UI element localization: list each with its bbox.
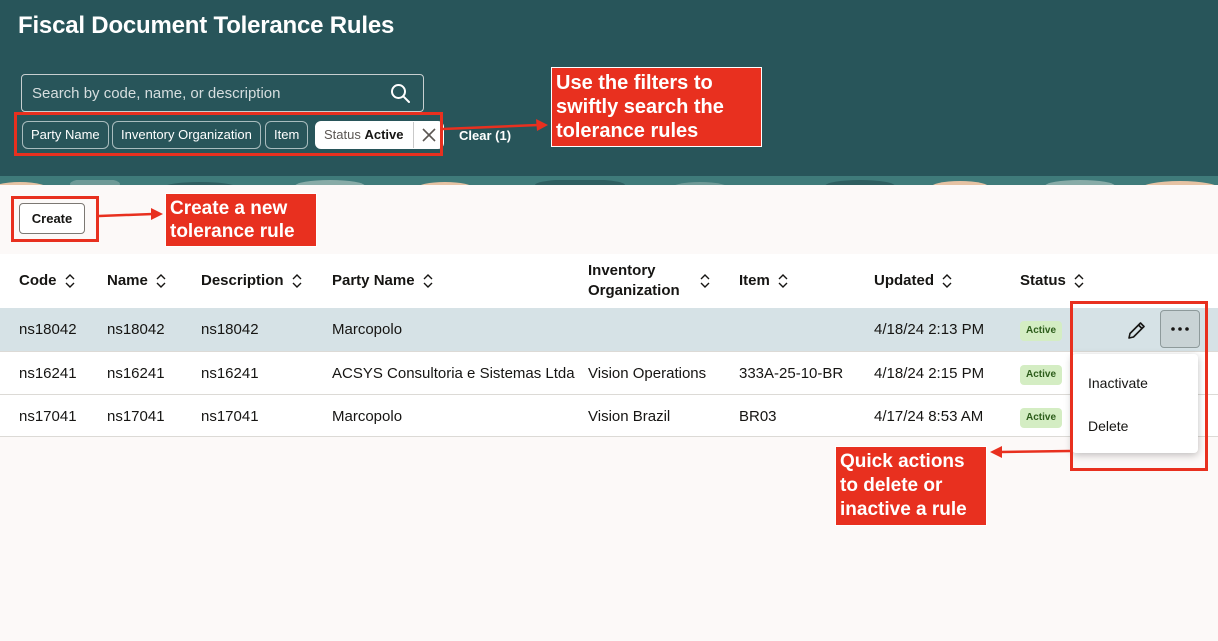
cell-party-name: Marcopolo	[332, 408, 403, 425]
cell-code: ns17041	[19, 408, 77, 425]
cell-inventory-organization: Vision Brazil	[588, 408, 671, 425]
sort-icon	[942, 274, 952, 288]
sort-icon	[65, 274, 74, 288]
status-badge: Active	[1020, 321, 1063, 341]
cell-inventory-organization: Vision Operations	[588, 365, 707, 382]
actions-callout: Quick actions to delete or inactive a ru…	[835, 446, 987, 526]
clear-filters-link[interactable]: Clear (1)	[459, 128, 511, 143]
decorative-banner	[0, 176, 1218, 185]
rules-table: Code Name Description Party Name Invento…	[0, 254, 1218, 437]
table-row[interactable]: ns17041 ns17041 ns17041 Marcopolo Vision…	[0, 394, 1218, 437]
table-row[interactable]: ns18042 ns18042 ns18042 Marcopolo 4/18/2…	[0, 308, 1218, 351]
create-callout: Create a new tolerance rule	[165, 193, 317, 247]
actions-highlight-box	[1070, 301, 1208, 471]
sort-icon	[423, 274, 433, 288]
column-header-item[interactable]: Item	[739, 254, 788, 308]
sort-icon	[156, 274, 166, 288]
column-header-inventory-organization[interactable]: Inventory Organization	[588, 254, 710, 308]
search-icon[interactable]	[390, 83, 410, 103]
cell-name: ns16241	[107, 365, 165, 382]
column-header-updated[interactable]: Updated	[874, 254, 952, 308]
table-divider	[0, 436, 1218, 437]
cell-party-name: Marcopolo	[332, 321, 403, 338]
table-row[interactable]: ns16241 ns16241 ns16241 ACSYS Consultori…	[0, 351, 1218, 394]
search-box[interactable]	[21, 74, 424, 112]
cell-code: ns16241	[19, 365, 77, 382]
filters-highlight-box	[14, 112, 443, 156]
cell-item: BR03	[739, 408, 777, 425]
cell-code: ns18042	[19, 321, 77, 338]
cell-name: ns17041	[107, 408, 165, 425]
column-header-name[interactable]: Name	[107, 254, 166, 308]
create-highlight-box	[11, 196, 99, 242]
sort-icon	[700, 274, 710, 288]
cell-name: ns18042	[107, 321, 165, 338]
cell-party-name: ACSYS Consultoria e Sistemas Ltda	[332, 365, 575, 382]
filters-callout: Use the filters to swiftly search the to…	[551, 67, 762, 147]
status-badge: Active	[1020, 365, 1063, 385]
sort-icon	[1074, 274, 1084, 288]
column-header-party-name[interactable]: Party Name	[332, 254, 433, 308]
page-title: Fiscal Document Tolerance Rules	[18, 12, 395, 39]
cell-description: ns18042	[201, 321, 259, 338]
cell-updated: 4/18/24 2:13 PM	[874, 321, 985, 338]
sort-icon	[292, 274, 302, 288]
search-input[interactable]	[32, 75, 382, 111]
column-header-code[interactable]: Code	[19, 254, 75, 308]
cell-description: ns17041	[201, 408, 259, 425]
arrow-icon	[98, 208, 163, 220]
column-header-description[interactable]: Description	[201, 254, 302, 308]
cell-updated: 4/18/24 2:15 PM	[874, 365, 985, 382]
cell-item: 333A-25-10-BR	[739, 365, 844, 382]
cell-updated: 4/17/24 8:53 AM	[874, 408, 984, 425]
table-header: Code Name Description Party Name Invento…	[0, 254, 1218, 308]
sort-icon	[778, 274, 788, 288]
column-header-status[interactable]: Status	[1020, 254, 1084, 308]
cell-description: ns16241	[201, 365, 259, 382]
status-badge: Active	[1020, 408, 1063, 428]
arrow-icon	[990, 446, 1071, 458]
